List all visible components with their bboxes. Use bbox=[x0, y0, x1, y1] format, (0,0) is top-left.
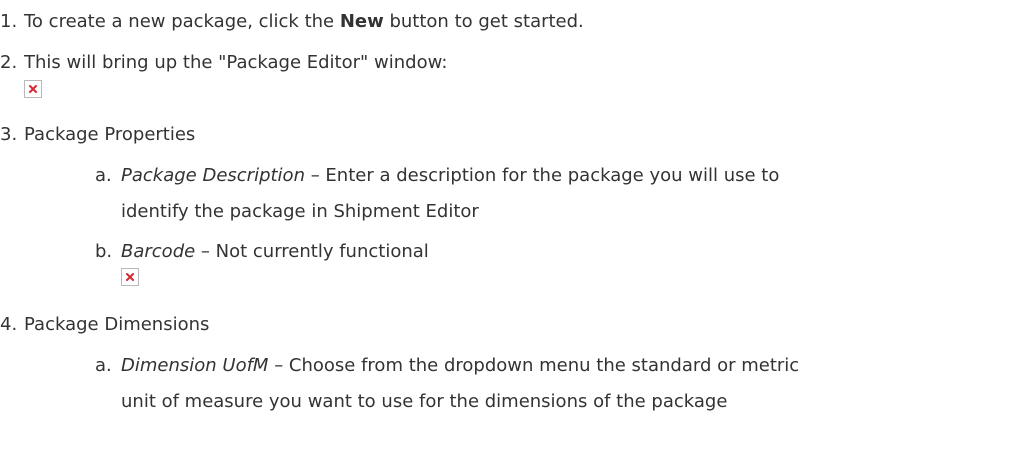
new-button-reference: New bbox=[339, 11, 384, 32]
step-3-number: 3. bbox=[0, 124, 18, 145]
broken-image-x-icon bbox=[29, 85, 37, 93]
substep-4a-letter: a. bbox=[95, 355, 112, 376]
substep-3b-letter: b. bbox=[95, 241, 113, 262]
step-1-text-after: button to get started. bbox=[383, 11, 584, 32]
broken-image-x-icon bbox=[126, 273, 134, 281]
substep-4a-term: Dimension UofM bbox=[121, 355, 269, 376]
broken-image-icon bbox=[24, 80, 42, 98]
step-4-number: 4. bbox=[0, 314, 18, 335]
substep-3a-line1: Package Description – Enter a descriptio… bbox=[121, 166, 779, 186]
step-1-text: To create a new package, click the New b… bbox=[24, 12, 584, 32]
step-1-number: 1. bbox=[0, 11, 18, 32]
step-1-text-before: To create a new package, click the bbox=[24, 11, 340, 32]
substep-4a-desc-line1: – Choose from the dropdown menu the stan… bbox=[268, 355, 800, 376]
substep-4a-line1: Dimension UofM – Choose from the dropdow… bbox=[121, 356, 799, 376]
broken-image-icon bbox=[121, 268, 139, 286]
substep-3a-desc-line1: – Enter a description for the package yo… bbox=[304, 165, 780, 186]
step-3-text: Package Properties bbox=[24, 124, 196, 145]
substep-3a-term: Package Description bbox=[121, 165, 305, 186]
substep-3a-desc-line2: identify the package in Shipment Editor bbox=[121, 201, 479, 222]
substep-4a-desc-line2: unit of measure you want to use for the … bbox=[121, 391, 728, 412]
substep-3a-letter: a. bbox=[95, 165, 112, 186]
substep-3b-term: Barcode bbox=[121, 241, 196, 262]
step-2-number: 2. bbox=[0, 52, 18, 73]
step-4-text: Package Dimensions bbox=[24, 314, 210, 335]
step-2-text: This will bring up the "Package Editor" … bbox=[24, 52, 448, 73]
substep-3b-line1: Barcode – Not currently functional bbox=[121, 242, 429, 262]
substep-3b-desc-line1: – Not currently functional bbox=[195, 241, 429, 262]
